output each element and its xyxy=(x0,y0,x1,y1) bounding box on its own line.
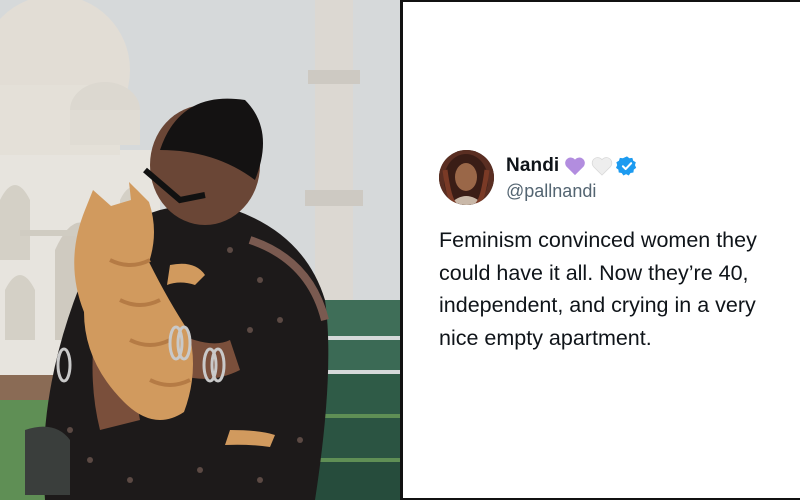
tweet-card: Nandi @pallnandi Feminism convinced wome… xyxy=(403,0,800,500)
purple-heart-icon xyxy=(564,156,586,176)
photo-illustration xyxy=(0,0,400,500)
tweet-header: Nandi @pallnandi xyxy=(439,148,638,206)
verified-badge-icon xyxy=(616,155,638,177)
tweet-text: Feminism convinced women they could have… xyxy=(439,224,800,354)
tweet-text-line: nice empty apartment. xyxy=(439,325,652,350)
avatar[interactable] xyxy=(439,149,494,205)
name-row: Nandi xyxy=(506,153,638,179)
tweet-text-line: Feminism convinced women they xyxy=(439,228,757,252)
tweet-text-line: independent, and crying in a very xyxy=(439,293,756,317)
tweet-text-line: could have it all. Now they’re 40, xyxy=(439,260,749,285)
white-heart-icon xyxy=(591,156,613,176)
user-handle[interactable]: @pallnandi xyxy=(506,181,638,202)
photo-woman-with-cat xyxy=(0,0,400,500)
name-block: Nandi @pallnandi xyxy=(506,153,638,202)
avatar-image xyxy=(439,149,494,205)
display-name[interactable]: Nandi xyxy=(506,155,559,177)
